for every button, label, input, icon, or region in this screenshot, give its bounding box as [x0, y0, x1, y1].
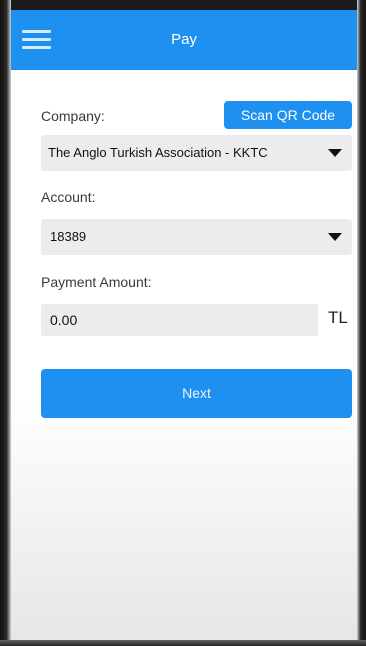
device-edge-top: [0, 0, 366, 10]
page-title: Pay: [171, 31, 197, 48]
company-select-value: The Anglo Turkish Association - KKTC: [48, 145, 268, 160]
account-select-value: 18389: [50, 229, 87, 244]
caret-down-icon: [328, 149, 342, 157]
next-button[interactable]: Next: [41, 369, 352, 418]
payment-amount-input[interactable]: [41, 304, 318, 336]
account-label: Account:: [41, 189, 96, 205]
phone-frame: Pay Company: Scan QR Code The Anglo Turk…: [0, 0, 366, 646]
account-select[interactable]: 18389: [41, 219, 352, 255]
company-select[interactable]: The Anglo Turkish Association - KKTC: [41, 135, 352, 171]
company-label: Company:: [41, 108, 105, 124]
scan-qr-code-button[interactable]: Scan QR Code: [224, 101, 352, 129]
payment-amount-label: Payment Amount:: [41, 274, 152, 290]
app-screen: Pay Company: Scan QR Code The Anglo Turk…: [11, 10, 357, 640]
caret-down-icon: [328, 233, 342, 241]
app-bar: Pay: [11, 10, 357, 70]
currency-label: TL: [328, 308, 348, 327]
device-edge-right: [357, 0, 366, 646]
device-edge-bottom: [0, 640, 366, 646]
device-edge-left: [0, 0, 11, 646]
